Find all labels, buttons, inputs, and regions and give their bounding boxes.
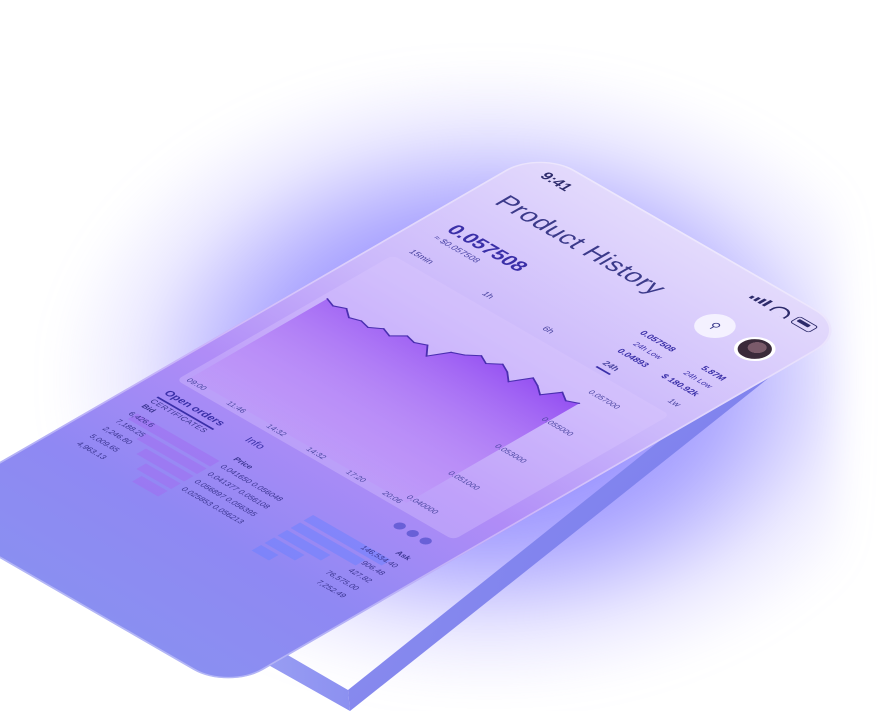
search-button[interactable]: ⚲: [685, 309, 745, 343]
tab-1h[interactable]: 1h: [475, 290, 496, 303]
tab-info[interactable]: Info: [237, 436, 268, 454]
status-time: 9:41: [535, 170, 577, 194]
page-dot[interactable]: [417, 536, 435, 546]
battery-icon: [789, 316, 819, 333]
tab-6h[interactable]: 6h: [535, 325, 557, 338]
tab-1w[interactable]: 1w: [661, 397, 684, 410]
search-icon: ⚲: [705, 320, 725, 332]
signal-icon: [748, 293, 773, 307]
wifi-icon: [768, 304, 795, 319]
price-stats: 0.057508 5.87M 24h Low 24h Low 0.04893 $…: [610, 329, 729, 397]
page-dot[interactable]: [391, 521, 409, 531]
page-dot[interactable]: [404, 528, 422, 539]
avatar[interactable]: [725, 332, 785, 366]
tab-24h[interactable]: 24h: [595, 359, 623, 375]
device-scene: 9:41 Product History ⚲ 0.057508 ≈ $0.057…: [0, 0, 895, 711]
